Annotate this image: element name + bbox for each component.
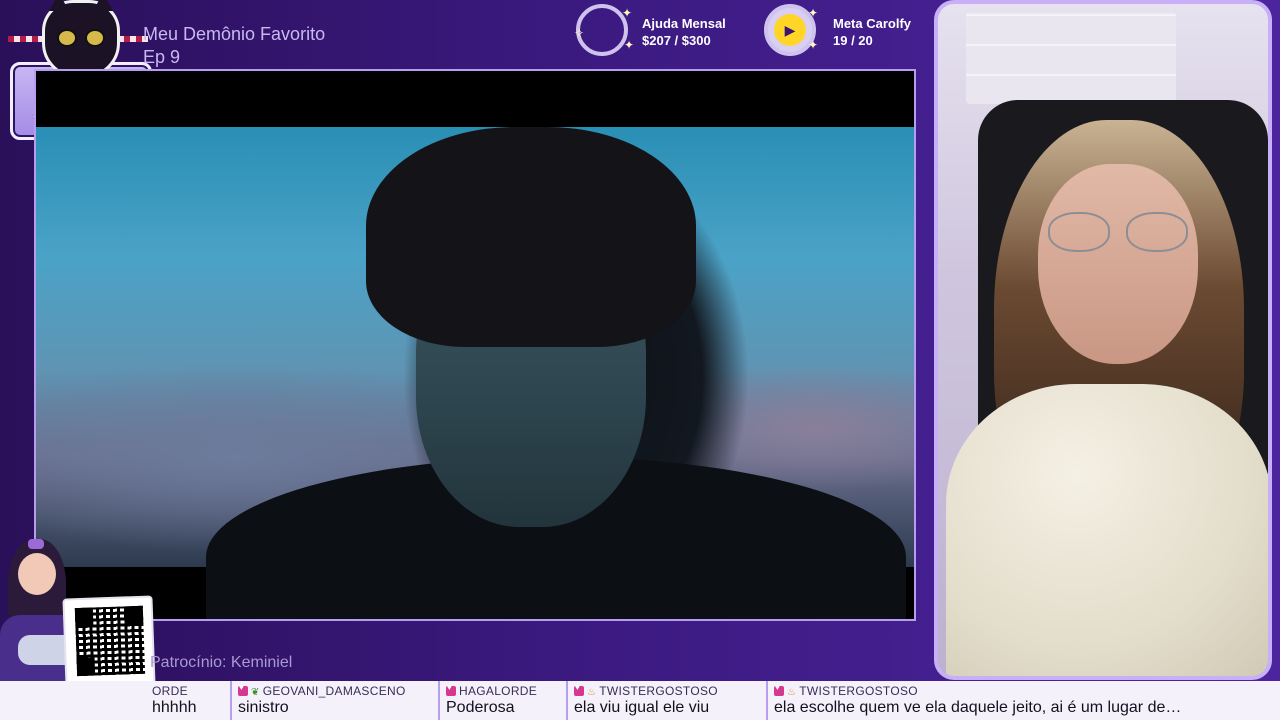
chat-message: HAGALORDE Poderosa — [438, 681, 564, 720]
goal-monthly-help: ✦ ✦ ✧ Ajuda Mensal $207 / $300 — [574, 4, 746, 60]
glasses-lens-left — [1048, 212, 1110, 252]
sparkle-icon: ✦ — [624, 38, 635, 52]
sword-left-icon — [8, 36, 44, 42]
chat-text: ela viu igual ele viu — [574, 699, 710, 716]
chat-username: HAGALORDE — [459, 684, 538, 698]
sponsor-text: Patrocínio: Keminiel — [150, 654, 293, 671]
heart-badge-icon — [446, 683, 456, 696]
episode-label: Ep 9 — [143, 47, 181, 67]
glasses-lens-right — [1126, 212, 1188, 252]
qr-code-card[interactable] — [62, 595, 156, 689]
cat-mascot-icon — [42, 0, 120, 78]
heart-badge-icon — [774, 683, 784, 696]
flame-badge-icon: ♨ — [587, 687, 597, 698]
goal-label: Ajuda Mensal — [642, 16, 726, 31]
show-title: Meu Demônio Favorito — [143, 24, 326, 44]
chat-text: sinistro — [238, 699, 289, 716]
chat-username-row: ❦GEOVANI_DAMASCENO — [238, 683, 406, 698]
cat-eye-left — [57, 29, 77, 47]
glasses-icon — [1048, 212, 1188, 252]
chat-message: ORDE hhhhh — [146, 681, 228, 720]
sparkle-icon: ✦ — [622, 6, 633, 20]
coin-play-icon: ▶ — [774, 14, 806, 46]
chat-username: TWISTERGOSTOSO — [599, 684, 718, 698]
streamer-sweater — [946, 384, 1268, 676]
goal-carolfy: ▶ ✦ ✦ Meta Carolfy 19 / 20 — [764, 4, 934, 60]
chat-username-row: HAGALORDE — [446, 683, 538, 698]
sparkle-icon: ✧ — [574, 26, 585, 40]
goal-label: Meta Carolfy — [833, 16, 912, 31]
character-bow-icon — [28, 539, 44, 549]
chat-username-row: ♨TWISTERGOSTOSO — [574, 683, 718, 698]
stream-overlay: CAROL PRIME Meu Demônio Favorito Ep 9 ✦ … — [0, 0, 1280, 720]
goal-value: 19 / 20 — [833, 33, 873, 48]
cat-ear-right — [93, 0, 113, 11]
chat-username-row: ♨TWISTERGOSTOSO — [774, 683, 918, 698]
flame-badge-icon: ♨ — [787, 687, 797, 698]
heart-badge-icon — [574, 683, 584, 696]
chat-ticker: ORDE hhhhh ❦GEOVANI_DAMASCENO sinistro H… — [0, 681, 1280, 720]
cat-eye-right — [85, 29, 105, 47]
qr-code-icon — [74, 605, 146, 677]
chat-username: GEOVANI_DAMASCENO — [262, 684, 406, 698]
chat-text: hhhhh — [152, 699, 197, 716]
chat-username: ORDE — [152, 684, 188, 698]
character-face — [18, 553, 56, 595]
video-player[interactable] — [34, 69, 916, 621]
webcam-feed — [934, 0, 1272, 680]
chat-message: ❦GEOVANI_DAMASCENO sinistro — [230, 681, 436, 720]
chat-username: TWISTERGOSTOSO — [799, 684, 918, 698]
chat-message: ♨TWISTERGOSTOSO ela escolhe quem ve ela … — [766, 681, 1280, 720]
video-person-hair — [366, 127, 696, 347]
sparkle-icon: ✦ — [808, 6, 819, 20]
chat-message: ♨TWISTERGOSTOSO ela viu igual ele viu — [566, 681, 764, 720]
chat-text: Poderosa — [446, 699, 515, 716]
sparkle-icon: ✦ — [808, 38, 819, 52]
video-frame-image — [36, 127, 914, 619]
leaf-badge-icon: ❦ — [251, 687, 260, 698]
goal-value: $207 / $300 — [642, 33, 711, 48]
chat-text: ela escolhe quem ve ela daquele jeito, a… — [774, 699, 1182, 716]
streamer-face — [1038, 164, 1198, 364]
mascot-character — [0, 535, 160, 689]
heart-badge-icon — [238, 683, 248, 696]
cat-ear-left — [49, 0, 69, 11]
background-shelf — [966, 12, 1176, 104]
